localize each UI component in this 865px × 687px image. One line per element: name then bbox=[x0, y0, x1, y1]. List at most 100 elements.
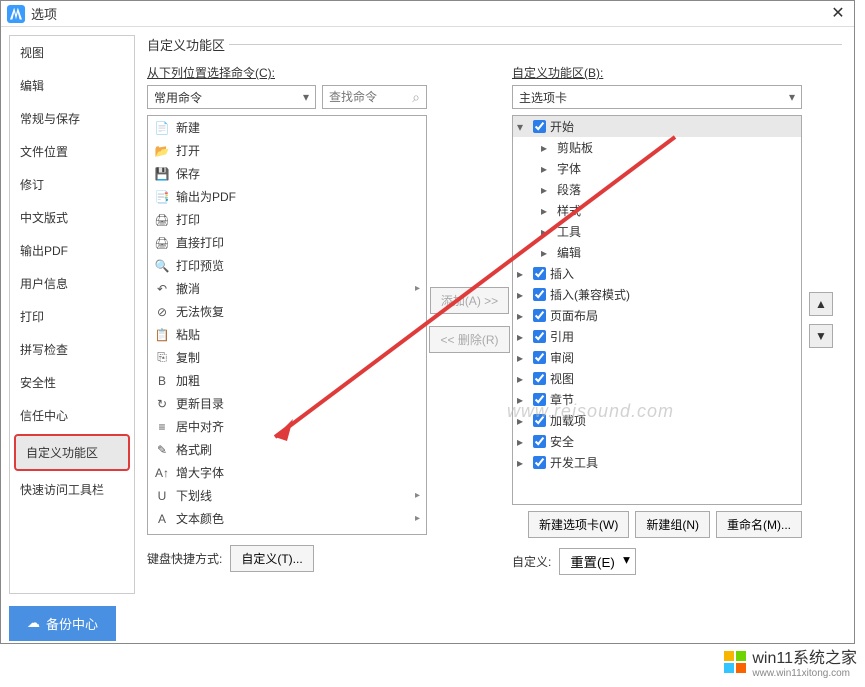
command-item[interactable]: A文本颜色▸ bbox=[148, 507, 426, 530]
move-down-button[interactable]: ▼ bbox=[809, 324, 833, 348]
search-input[interactable] bbox=[329, 90, 409, 104]
command-item[interactable]: 📄新建 bbox=[148, 116, 426, 139]
tree-checkbox[interactable] bbox=[533, 351, 546, 364]
command-item[interactable]: 📋粘贴 bbox=[148, 323, 426, 346]
collapse-icon[interactable]: ▾ bbox=[517, 120, 529, 134]
tree-checkbox[interactable] bbox=[533, 330, 546, 343]
tree-tab-item[interactable]: ▸安全 bbox=[513, 431, 801, 452]
tree-tab-item[interactable]: ▸审阅 bbox=[513, 347, 801, 368]
remove-button[interactable]: << 删除(R) bbox=[429, 326, 509, 353]
sidebar-item[interactable]: 安全性 bbox=[10, 366, 134, 399]
sidebar-item[interactable]: 修订 bbox=[10, 168, 134, 201]
tree-child-item[interactable]: ▸剪贴板 bbox=[513, 137, 801, 158]
expand-icon[interactable]: ▸ bbox=[517, 351, 529, 365]
tree-tab-item[interactable]: ▸插入(兼容模式) bbox=[513, 284, 801, 305]
expand-icon[interactable]: ▸ bbox=[541, 204, 553, 218]
sidebar-item[interactable]: 拼写检查 bbox=[10, 333, 134, 366]
command-item[interactable]: 🖨直接打印 bbox=[148, 231, 426, 254]
tree-checkbox[interactable] bbox=[533, 288, 546, 301]
tree-checkbox[interactable] bbox=[533, 435, 546, 448]
tree-tab-item[interactable]: ▸加载项 bbox=[513, 410, 801, 431]
sidebar-item[interactable]: 编辑 bbox=[10, 69, 134, 102]
command-icon: 📂 bbox=[154, 143, 170, 159]
command-item[interactable]: 📂打开 bbox=[148, 139, 426, 162]
expand-icon[interactable]: ▸ bbox=[517, 288, 529, 302]
tree-child-item[interactable]: ▸编辑 bbox=[513, 242, 801, 263]
expand-icon[interactable]: ▸ bbox=[541, 141, 553, 155]
tree-checkbox[interactable] bbox=[533, 393, 546, 406]
backup-center-button[interactable]: ☁ 备份中心 bbox=[9, 606, 116, 641]
new-tab-button[interactable]: 新建选项卡(W) bbox=[528, 511, 629, 538]
tree-tab-item[interactable]: ▸开发工具 bbox=[513, 452, 801, 473]
tree-root-item[interactable]: ▾开始 bbox=[513, 116, 801, 137]
command-icon: 📄 bbox=[154, 120, 170, 136]
command-item[interactable]: 💾保存 bbox=[148, 162, 426, 185]
tree-tab-item[interactable]: ▸视图 bbox=[513, 368, 801, 389]
command-item[interactable]: 🖨打印 bbox=[148, 208, 426, 231]
expand-icon[interactable]: ▸ bbox=[541, 246, 553, 260]
expand-icon[interactable]: ▸ bbox=[517, 456, 529, 470]
command-label: 直接打印 bbox=[176, 234, 224, 251]
tree-tab-item[interactable]: ▸章节 bbox=[513, 389, 801, 410]
tree-checkbox[interactable] bbox=[533, 267, 546, 280]
move-up-button[interactable]: ▲ bbox=[809, 292, 833, 316]
command-item[interactable]: 🔍打印预览 bbox=[148, 254, 426, 277]
tree-child-item[interactable]: ▸字体 bbox=[513, 158, 801, 179]
sidebar-item[interactable]: 常规与保存 bbox=[10, 102, 134, 135]
expand-icon[interactable]: ▸ bbox=[541, 162, 553, 176]
tree-tab-item[interactable]: ▸页面布局 bbox=[513, 305, 801, 326]
command-item[interactable]: U下划线▸ bbox=[148, 484, 426, 507]
expand-icon[interactable]: ▸ bbox=[517, 267, 529, 281]
expand-icon[interactable]: ▸ bbox=[517, 435, 529, 449]
expand-icon[interactable]: ▸ bbox=[541, 183, 553, 197]
new-group-button[interactable]: 新建组(N) bbox=[635, 511, 710, 538]
command-item[interactable]: B加粗 bbox=[148, 369, 426, 392]
command-item[interactable]: ⊘无法恢复 bbox=[148, 300, 426, 323]
tree-child-item[interactable]: ▸样式 bbox=[513, 200, 801, 221]
commands-list[interactable]: 📄新建📂打开💾保存📑输出为PDF🖨打印🖨直接打印🔍打印预览↶撤消▸⊘无法恢复📋粘… bbox=[147, 115, 427, 535]
sidebar-item[interactable]: 中文版式 bbox=[10, 201, 134, 234]
rename-button[interactable]: 重命名(M)... bbox=[716, 511, 802, 538]
reset-dropdown-button[interactable]: 重置(E) bbox=[559, 548, 635, 575]
tree-checkbox[interactable] bbox=[533, 456, 546, 469]
tree-child-item[interactable]: ▸段落 bbox=[513, 179, 801, 200]
customize-shortcuts-button[interactable]: 自定义(T)... bbox=[230, 545, 313, 572]
tree-checkbox[interactable] bbox=[533, 309, 546, 322]
ribbon-tabs-dropdown[interactable]: 主选项卡 bbox=[512, 85, 802, 109]
command-item[interactable]: 💾另存为▸ bbox=[148, 530, 426, 535]
command-item[interactable]: 📑输出为PDF bbox=[148, 185, 426, 208]
command-label: 撤消 bbox=[176, 280, 200, 297]
sidebar-item[interactable]: 用户信息 bbox=[10, 267, 134, 300]
tree-checkbox[interactable] bbox=[533, 372, 546, 385]
expand-icon[interactable]: ▸ bbox=[517, 393, 529, 407]
expand-icon[interactable]: ▸ bbox=[517, 414, 529, 428]
command-item[interactable]: ≡居中对齐 bbox=[148, 415, 426, 438]
sidebar-item[interactable]: 信任中心 bbox=[10, 399, 134, 432]
tree-checkbox[interactable] bbox=[533, 414, 546, 427]
ribbon-tree[interactable]: ▾开始▸剪贴板▸字体▸段落▸样式▸工具▸编辑▸插入▸插入(兼容模式)▸页面布局▸… bbox=[512, 115, 802, 505]
expand-icon[interactable]: ▸ bbox=[541, 225, 553, 239]
tree-child-item[interactable]: ▸工具 bbox=[513, 221, 801, 242]
command-item[interactable]: ✎格式刷 bbox=[148, 438, 426, 461]
add-button[interactable]: 添加(A) >> bbox=[430, 287, 509, 314]
tree-checkbox[interactable] bbox=[533, 120, 546, 133]
command-item[interactable]: ↶撤消▸ bbox=[148, 277, 426, 300]
sidebar-item[interactable]: 自定义功能区 bbox=[14, 434, 130, 471]
close-icon[interactable]: ✕ bbox=[828, 4, 848, 24]
sidebar-item[interactable]: 文件位置 bbox=[10, 135, 134, 168]
tree-tab-item[interactable]: ▸引用 bbox=[513, 326, 801, 347]
command-item[interactable]: ⎘复制 bbox=[148, 346, 426, 369]
sidebar-item[interactable]: 输出PDF bbox=[10, 234, 134, 267]
sidebar-item[interactable]: 打印 bbox=[10, 300, 134, 333]
command-item[interactable]: ↻更新目录 bbox=[148, 392, 426, 415]
expand-icon[interactable]: ▸ bbox=[517, 330, 529, 344]
expand-icon[interactable]: ▸ bbox=[517, 372, 529, 386]
search-commands[interactable] bbox=[322, 85, 427, 109]
commands-category-dropdown[interactable]: 常用命令 bbox=[147, 85, 316, 109]
sidebar-item[interactable]: 视图 bbox=[10, 36, 134, 69]
expand-icon[interactable]: ▸ bbox=[517, 309, 529, 323]
sidebar-item[interactable]: 快速访问工具栏 bbox=[10, 473, 134, 506]
command-item[interactable]: A↑增大字体 bbox=[148, 461, 426, 484]
commands-column: 从下列位置选择命令(C): 常用命令 📄新建📂打开💾保存📑输出为PDF🖨打印🖨直… bbox=[147, 64, 427, 575]
tree-tab-item[interactable]: ▸插入 bbox=[513, 263, 801, 284]
